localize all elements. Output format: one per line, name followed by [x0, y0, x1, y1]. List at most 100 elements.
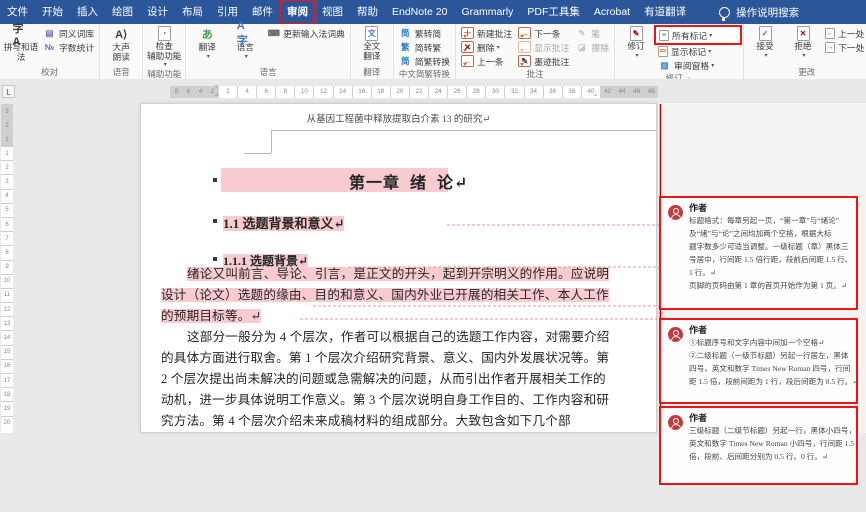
ribbon-group-label: 语音 [102, 66, 140, 79]
delete-comment-button[interactable]: ✕删除▾ [458, 40, 515, 54]
menu-tab-8[interactable]: 审阅 [280, 0, 315, 24]
ruler-tick: 6 [1, 217, 13, 231]
menu-tab-12[interactable]: Grammarly [454, 0, 520, 24]
menu-tab-9[interactable]: 视图 [315, 0, 350, 24]
accept-change-icon: ✓ [759, 26, 772, 41]
ruler-tick: 44 [614, 86, 629, 98]
ruler-tick: 38 [562, 86, 581, 98]
ruler-tick: 30 [485, 86, 504, 98]
horizontal-ruler[interactable]: 8642246810121416182022242628303234363840… [170, 86, 658, 98]
next-change-icon: → [825, 42, 835, 53]
reject-change-button[interactable]: ✕拒绝▾ [784, 25, 822, 59]
left-indent-marker[interactable]: ▵ [215, 92, 218, 98]
vertical-ruler[interactable]: 3211234567891011121314151617181920 [1, 104, 13, 433]
heading-1-1: 1.1 选题背景和意义↵ [223, 213, 344, 232]
menu-tab-14[interactable]: Acrobat [587, 0, 637, 24]
ruler-tick: 9 [1, 260, 13, 274]
pen-button[interactable]: ✎笔 [572, 26, 612, 40]
traditional-to-simplified-button[interactable]: 简繁转简 [396, 26, 453, 40]
document-page[interactable]: 从基因工程菌中释放提取白介素 13 的研究↵ 第一章 绪 论↵ 1.1 选题背景… [140, 103, 657, 433]
show-comments-button[interactable]: 显示批注 [515, 40, 572, 54]
comment-card[interactable]: 作者①标题序号和文字内容中间加一个空格↵②二级标题（一级节标题）另起一行居左，黑… [659, 318, 858, 404]
track-changes-icon: ✎ [630, 26, 643, 41]
body-line: 设计（论文）选题的缘由、目的和意义、国内外业已开展的相关工作、本人工作 [161, 285, 641, 306]
ruler-tick: 24 [428, 86, 447, 98]
show-markup-button[interactable]: ≔显示标记▾ [655, 44, 741, 58]
ruler-tick: 13 [1, 316, 13, 330]
paragraph-bullet [213, 178, 217, 182]
ruler-tick: 4 [1, 189, 13, 203]
dropdown-arrow-icon: ▾ [708, 48, 711, 55]
menu-tab-4[interactable]: 设计 [140, 0, 175, 24]
ribbon-group-1: A⟩大声 朗读语音 [100, 24, 143, 79]
ruler-tick: 8 [1, 245, 13, 259]
tab-selector[interactable]: L [2, 85, 15, 98]
read-aloud-icon: A⟩ [113, 26, 130, 42]
ruler-tick: 3 [1, 174, 13, 188]
body-line: 究方法。第 4 个层次介绍未来成稿材料的组成部分。大致包含如下几个部 [161, 411, 641, 432]
translate-button[interactable]: あ翻译▾ [188, 25, 226, 60]
simplified-to-traditional-label: 简转繁 [415, 41, 441, 54]
next-comment-button[interactable]: →下一条 [515, 26, 572, 40]
thesaurus-button[interactable]: ▤同义词库 [40, 26, 97, 40]
right-indent-marker[interactable]: ▵ [594, 92, 597, 98]
comment-text-line: 四号，英文和数字 Times New Roman 四号，行间 [689, 362, 850, 375]
ruler-tick: 18 [1, 387, 13, 401]
traditional-to-simplified-label: 繁转简 [415, 27, 441, 40]
menu-bar: 文件开始插入绘图设计布局引用邮件审阅视图帮助EndNote 20Grammarl… [0, 0, 866, 24]
eraser-button[interactable]: ◪擦除 [572, 40, 612, 54]
menu-tab-3[interactable]: 绘图 [105, 0, 140, 24]
ruler-tick: 12 [1, 302, 13, 316]
simplified-traditional-convert-label: 简繁转换 [415, 55, 450, 68]
show-markup-label: 显示标记 [671, 45, 706, 58]
ribbon-group-4: 文全文 翻译翻译 [351, 24, 394, 79]
ribbon-group-5: 简繁转简繁简转繁简简繁转换中文简繁转换 [394, 24, 456, 79]
new-comment-button[interactable]: ＋新建批注 [458, 26, 515, 40]
update-ime-dictionary-button[interactable]: ⌨更新输入法词典 [264, 26, 348, 40]
check-accessibility-button[interactable]: ◔检查 辅助功能▾ [145, 25, 183, 68]
menu-tab-11[interactable]: EndNote 20 [385, 0, 454, 24]
ribbon-group-6: ＋新建批注✕删除▾←上一条→下一条显示批注✎墨迹批注✎笔◪擦除批注 [456, 24, 615, 79]
reject-change-icon: ✕ [797, 26, 810, 41]
ruler-tick: 15 [1, 345, 13, 359]
reviewing-pane-button[interactable]: ▥审阅窗格▾ [655, 58, 741, 72]
ruler-tick: 42 [600, 86, 615, 98]
accept-change-button[interactable]: ✓接受▾ [746, 25, 784, 59]
track-changes-button[interactable]: ✎修订▾ [617, 25, 655, 59]
comment-text-line: 1 行。↵ [689, 266, 850, 279]
previous-change-button[interactable]: ←上一处 [822, 26, 866, 40]
simplified-traditional-convert-button[interactable]: 简简繁转换 [396, 54, 453, 68]
ruler-tick: 17 [1, 373, 13, 387]
comment-card[interactable]: 作者三级标题（二级节标题）另起一行，黑体小四号，英文和数字 Times New … [659, 406, 858, 485]
ribbon-group-label: 更改 [746, 66, 866, 79]
spelling-grammar-button[interactable]: 字A拼写和语法 [2, 25, 40, 62]
dropdown-arrow-icon: ▾ [164, 61, 167, 68]
menu-tab-5[interactable]: 布局 [175, 0, 210, 24]
read-aloud-button[interactable]: A⟩大声 朗读 [102, 25, 140, 62]
previous-comment-button[interactable]: ←上一条 [458, 54, 515, 68]
word-window: 文件开始插入绘图设计布局引用邮件审阅视图帮助EndNote 20Grammarl… [0, 0, 866, 433]
simplified-to-traditional-button[interactable]: 繁简转繁 [396, 40, 453, 54]
ruler-tick: 4 [194, 86, 206, 98]
menu-tab-2[interactable]: 插入 [70, 0, 105, 24]
menu-tab-1[interactable]: 开始 [35, 0, 70, 24]
ruler-tick: 32 [504, 86, 523, 98]
ink-comment-button[interactable]: ✎墨迹批注 [515, 54, 572, 68]
next-change-button[interactable]: →下一处 [822, 40, 866, 54]
check-accessibility-label: 检查 辅助功能 [147, 42, 181, 61]
menu-tab-15[interactable]: 有道翻译 [637, 0, 693, 24]
ink-comment-icon: ✎ [518, 55, 531, 67]
ruler-tick: 10 [294, 86, 313, 98]
language-button[interactable]: A字语言▾ [226, 25, 264, 60]
comment-card[interactable]: 作者标题格式：每章另起一页，“第一章”与“绪论”及“绪”与“论”之间均加两个空格… [659, 196, 858, 310]
ruler-tick: 8 [275, 86, 294, 98]
comment-text-line: 三级标题（二级节标题）另起一行，黑体小四号， [689, 424, 850, 437]
fulltext-translate-button[interactable]: 文全文 翻译 [353, 25, 391, 61]
menu-tab-10[interactable]: 帮助 [350, 0, 385, 24]
tell-me-search[interactable]: 操作说明搜索 [719, 5, 799, 20]
ribbon-group-7: ✎修订▾≡所有标记▾≔显示标记▾▥审阅窗格▾修订↘ [615, 24, 744, 79]
all-markup-button[interactable]: ≡所有标记▾ [655, 26, 741, 44]
menu-tab-13[interactable]: PDF工具集 [520, 0, 587, 24]
word-count-button[interactable]: №字数统计 [40, 40, 97, 54]
first-line-indent-marker[interactable]: ▿ [215, 84, 218, 90]
